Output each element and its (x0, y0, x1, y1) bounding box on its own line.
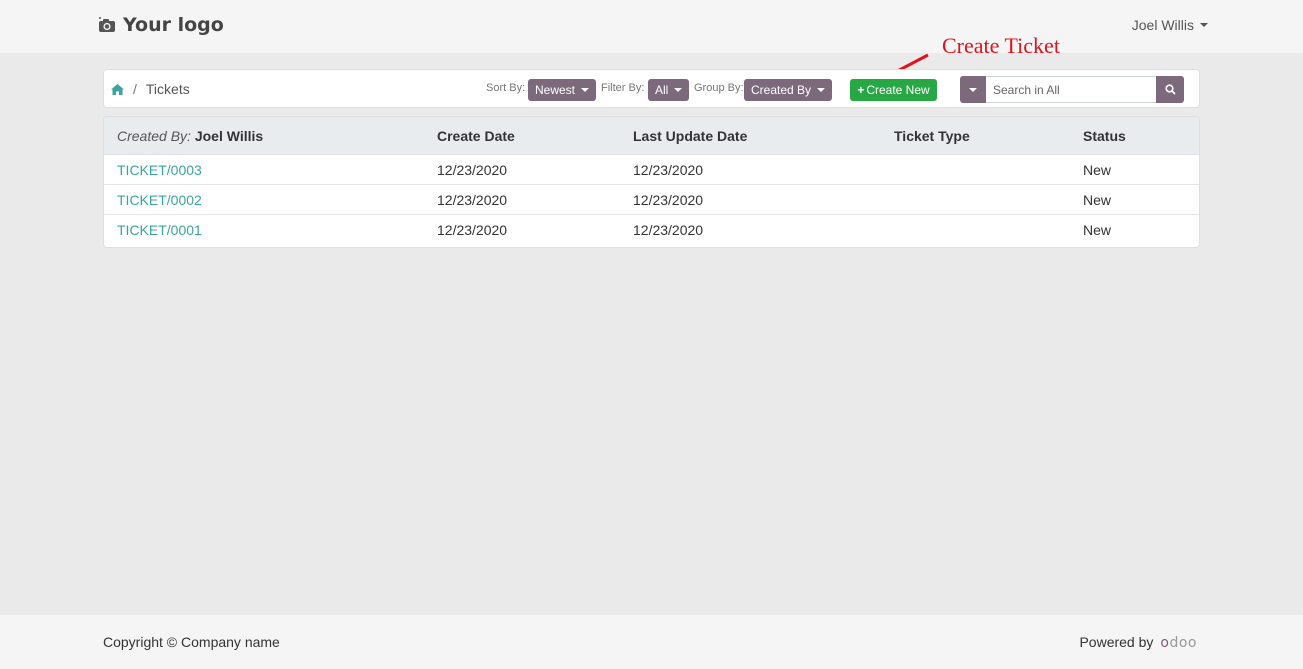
user-name: Joel Willis (1131, 17, 1194, 33)
chevron-down-icon (817, 88, 826, 92)
update-date-cell: 12/23/2020 (633, 162, 704, 178)
breadcrumb: / Tickets (111, 81, 190, 97)
status-cell: New (1083, 222, 1112, 238)
copyright-text: Copyright © Company name (103, 634, 280, 650)
ticket-link[interactable]: TICKET/0001 (117, 222, 202, 238)
create-date-cell: 12/23/2020 (437, 162, 508, 178)
create-date-cell: 12/23/2020 (437, 222, 508, 238)
search-button[interactable] (1156, 76, 1184, 103)
group-dropdown[interactable]: Created By (744, 79, 833, 101)
update-date-cell: 12/23/2020 (633, 222, 704, 238)
table-row[interactable]: TICKET/0003 12/23/2020 12/23/2020 New (104, 155, 1199, 185)
group-header: Created By: Joel Willis (117, 128, 263, 144)
odoo-logo-rest: doo (1169, 635, 1197, 651)
group-header-value: Joel Willis (194, 128, 264, 144)
search-input[interactable]: Search in All (986, 76, 1156, 103)
create-new-label: Create New (866, 83, 930, 97)
camera-icon (99, 17, 115, 32)
column-header-last-update: Last Update Date (633, 128, 748, 144)
filter-label: Filter By: (601, 82, 645, 94)
column-header-ticket-type: Ticket Type (894, 128, 970, 144)
user-menu[interactable]: Joel Willis (1132, 17, 1208, 33)
chevron-down-icon (581, 88, 590, 92)
search-placeholder: Search in All (993, 82, 1060, 97)
table-row[interactable]: TICKET/0002 12/23/2020 12/23/2020 New (104, 185, 1199, 215)
odoo-logo: odoo (1160, 635, 1197, 651)
logo-text: Your logo (123, 14, 224, 36)
status-cell: New (1083, 192, 1112, 208)
powered-by[interactable]: Powered by odoo (1079, 634, 1197, 651)
table-header: Created By: Joel Willis Create Date Last… (104, 117, 1199, 155)
filter-value: All (655, 83, 669, 97)
sort-value: Newest (535, 83, 576, 97)
update-date-cell: 12/23/2020 (633, 192, 704, 208)
ticket-link[interactable]: TICKET/0002 (117, 192, 202, 208)
column-header-create-date: Create Date (437, 128, 515, 144)
home-icon[interactable] (111, 83, 124, 95)
group-header-prefix: Created By: (117, 128, 191, 144)
chevron-down-icon (1200, 23, 1208, 27)
sort-dropdown[interactable]: Newest (528, 79, 597, 101)
tickets-table: Created By: Joel Willis Create Date Last… (103, 116, 1200, 248)
group-label: Group By: (694, 82, 744, 94)
filter-dropdown[interactable]: All (648, 79, 690, 101)
footer: Copyright © Company name Powered by odoo (0, 615, 1303, 669)
annotation-label: Create Ticket (942, 33, 1060, 58)
search-group: Search in All (960, 76, 1184, 103)
create-date-cell: 12/23/2020 (437, 192, 508, 208)
plus-icon: + (857, 83, 865, 97)
powered-by-label: Powered by (1079, 634, 1154, 650)
group-value: Created By (751, 83, 812, 97)
tickets-toolbar: / Tickets Sort By: Newest Filter By: All… (103, 69, 1200, 108)
top-navbar: Your logo Joel Willis (0, 0, 1303, 53)
sort-label: Sort By: (486, 82, 526, 94)
chevron-down-icon (674, 88, 683, 92)
status-cell: New (1083, 162, 1112, 178)
breadcrumb-current: Tickets (145, 81, 190, 97)
column-header-status: Status (1083, 128, 1126, 144)
create-new-button[interactable]: + Create New (850, 79, 937, 101)
table-row[interactable]: TICKET/0001 12/23/2020 12/23/2020 New (104, 215, 1199, 245)
breadcrumb-separator: / (133, 81, 137, 97)
chevron-down-icon (969, 87, 977, 92)
search-scope-dropdown[interactable] (960, 76, 986, 103)
logo[interactable]: Your logo (98, 14, 224, 36)
ticket-link[interactable]: TICKET/0003 (117, 162, 202, 178)
search-icon (1164, 84, 1176, 95)
